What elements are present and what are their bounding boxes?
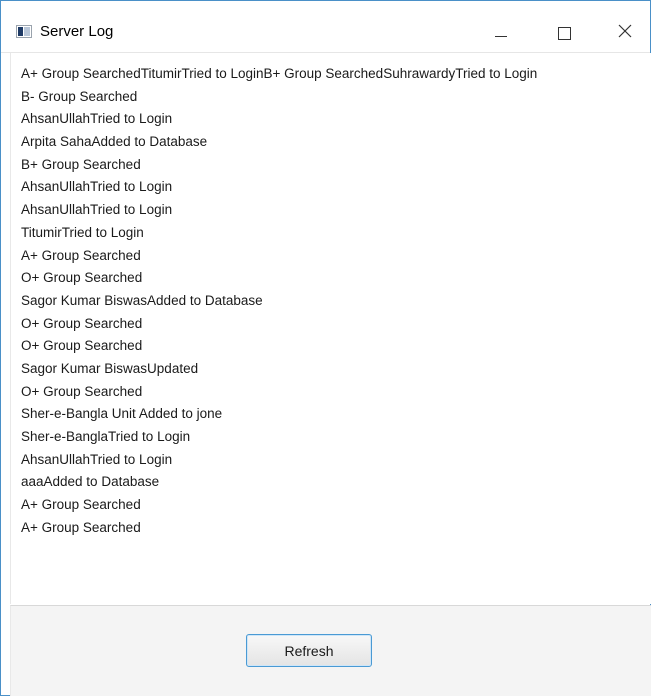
log-line: aaaAdded to Database: [21, 474, 160, 490]
log-area[interactable]: A+ Group Searched TitumirTried to Login B+…: [10, 53, 651, 604]
log-line: TitumirTried to Login: [21, 224, 144, 240]
app-window-icon: [16, 25, 32, 38]
close-icon: [618, 24, 632, 38]
log-line: AhsanUllahTried to Login: [21, 202, 173, 218]
log-line: AhsanUllahTried to Login: [21, 179, 173, 195]
action-panel: Refresh: [10, 605, 651, 696]
refresh-button[interactable]: Refresh: [246, 634, 372, 667]
log-line: Sher-e-BanglaTried to Login: [21, 429, 191, 444]
minimize-button[interactable]: [478, 9, 524, 53]
log-line: A+ Group Searched: [21, 519, 141, 535]
log-line: O+ Group Searched: [21, 270, 143, 286]
log-line: Sher-e-Bangla Unit Added to jone: [21, 406, 223, 422]
log-line: O+ Group Searched: [21, 338, 143, 354]
log-line: Sagor Kumar BiswasUpdated: [21, 360, 199, 376]
log-line: AhsanUllahTried to Login: [21, 111, 173, 127]
log-line: B- Group Searched: [21, 88, 138, 104]
maximize-button[interactable]: [542, 9, 588, 53]
minimize-icon: [495, 36, 507, 37]
maximize-icon: [558, 27, 571, 40]
title-bar[interactable]: Server Log: [1, 1, 650, 53]
log-line: A+ Group Searched: [21, 247, 141, 263]
log-line: B+ Group Searched: [21, 156, 141, 172]
log-line: AhsanUllahTried to Login: [21, 451, 173, 467]
log-line: O+ Group Searched: [21, 383, 143, 399]
log-line: Sagor Kumar BiswasAdded to Database: [21, 292, 263, 308]
log-line: A+ Group Searched: [21, 497, 141, 513]
window-title: Server Log: [40, 23, 114, 40]
server-log-window: Server Log A+ Group Searched TitumirTried…: [0, 0, 651, 696]
log-list: A+ Group Searched TitumirTried to Login B+…: [21, 63, 537, 539]
log-line: A+ Group SearchedTitumirTried to LoginB+…: [21, 66, 538, 81]
log-line: O+ Group Searched: [21, 315, 143, 331]
log-line: Arpita SahaAdded to Database: [21, 134, 208, 150]
close-button[interactable]: [605, 9, 651, 53]
